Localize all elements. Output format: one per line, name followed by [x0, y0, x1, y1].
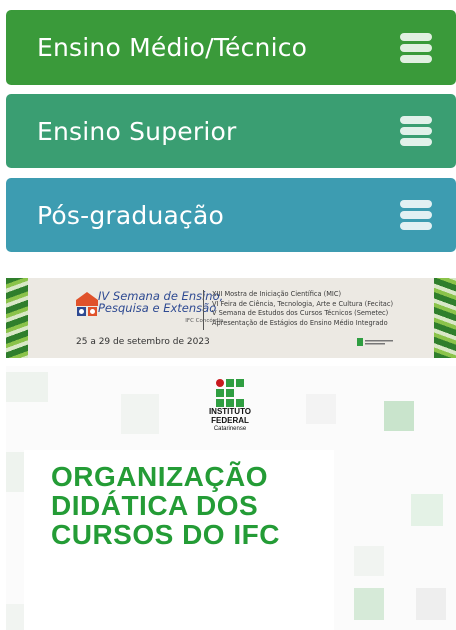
- institution-line3: Catarinense: [213, 426, 247, 432]
- event-title-line2: Pesquisa e Extensão: [98, 301, 217, 315]
- menu-button-ensino-medio-tecnico[interactable]: Ensino Médio/Técnico: [6, 10, 456, 85]
- hamburger-menu-icon: [400, 32, 432, 63]
- hamburger-menu-icon: [400, 200, 432, 230]
- poster-headline: ORGANIZAÇÃO DIDÁTICA DOS CURSOS DO IFC: [51, 462, 280, 549]
- event-campus: IFC Concórdia: [185, 318, 224, 324]
- event-line: V Semana de Estudos dos Cursos Técnicos …: [212, 309, 389, 318]
- leaf-decoration: [6, 278, 28, 358]
- divider: [203, 290, 204, 330]
- event-line: Apresentação de Estágios do Ensino Médio…: [212, 318, 388, 327]
- event-line: XIII Mostra de Iniciação Científica (MIC…: [212, 290, 342, 298]
- headline-line: CURSOS DO IFC: [51, 519, 280, 550]
- hamburger-menu-icon: [400, 116, 432, 146]
- headline-line: ORGANIZAÇÃO: [51, 461, 269, 492]
- headline-line: DIDÁTICA DOS: [51, 490, 259, 521]
- event-date: 25 a 29 de setembro de 2023: [76, 337, 210, 347]
- event-line: VI Feira de Ciência, Tecnologia, Arte e …: [212, 299, 394, 308]
- ifc-mini-logo-icon: [357, 338, 393, 346]
- menu-button-label: Ensino Médio/Técnico: [37, 33, 308, 62]
- if-logo-icon: [216, 379, 244, 407]
- organizacao-didatica-banner[interactable]: INSTITUTO FEDERAL Catarinense ORGANIZAÇÃ…: [6, 366, 456, 630]
- event-title: IV Semana de Ensino, Pesquisa e Extensão…: [98, 290, 223, 327]
- institution-line2: FEDERAL: [211, 415, 249, 425]
- event-banner[interactable]: IV Semana de Ensino, Pesquisa e Extensão…: [6, 278, 456, 358]
- menu-button-pos-graduacao[interactable]: Pós-graduação: [6, 178, 456, 252]
- event-description: XIII Mostra de Iniciação Científica (MIC…: [212, 290, 393, 328]
- event-logo-icon: [76, 292, 98, 316]
- menu-button-ensino-superior[interactable]: Ensino Superior: [6, 94, 456, 168]
- menu-button-label: Ensino Superior: [37, 116, 237, 146]
- leaf-decoration: [434, 278, 456, 358]
- institution-name: INSTITUTO FEDERAL Catarinense: [191, 407, 269, 434]
- menu-button-label: Pós-graduação: [37, 200, 224, 230]
